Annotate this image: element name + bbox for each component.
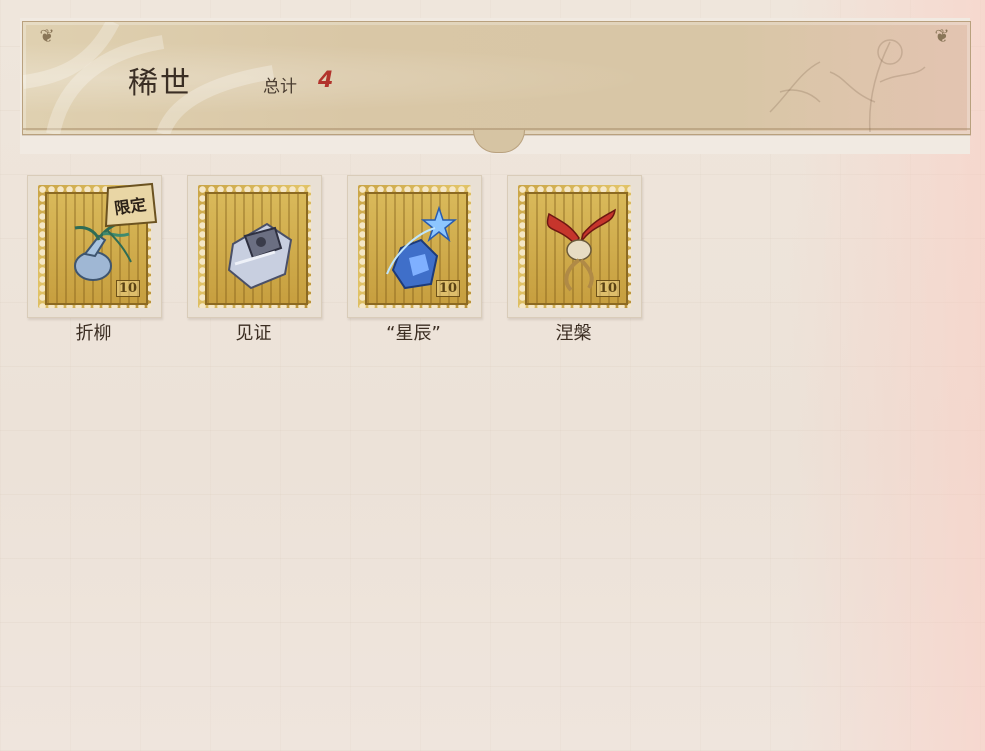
item-name: 涅槃	[555, 323, 592, 344]
corner-ornament-left-icon: ❦	[39, 26, 55, 47]
stamp-item[interactable]: 10 “星辰”	[347, 175, 482, 345]
stamp-item[interactable]: 见证	[187, 175, 322, 345]
stamp-card[interactable]: 10	[507, 175, 642, 318]
stamp-denomination: 10	[435, 280, 460, 297]
stamp-item[interactable]: 10 涅槃	[507, 175, 642, 345]
stamp-denomination: 10	[595, 280, 620, 297]
limited-badge: 限定	[102, 182, 158, 228]
flower-sketch-icon	[769, 39, 926, 132]
item-name: 折柳	[75, 323, 112, 344]
total-label: 总计	[263, 77, 297, 97]
corner-ornament-right-icon: ❦	[934, 26, 950, 47]
crystal-box-icon	[227, 222, 293, 290]
item-name: “星辰”	[386, 323, 441, 344]
collection-page: ❦ ❦ 稀世 总计 4 10 限定 折柳 见证 10 “星辰” 10 涅槃	[0, 0, 985, 751]
stamp-card[interactable]: 10 限定	[27, 175, 162, 318]
stamp-face	[205, 192, 308, 305]
category-title: 稀世	[128, 66, 192, 101]
stamp-face: 10	[525, 192, 628, 305]
item-name: 见证	[235, 323, 272, 344]
stamp-frame: 10	[518, 185, 631, 308]
stamp-frame: 10	[358, 185, 471, 308]
stamp-item[interactable]: 10 限定 折柳	[27, 175, 162, 345]
stamp-face: 10	[365, 192, 468, 305]
stamp-frame	[198, 185, 311, 308]
stamp-denomination: 10	[115, 280, 140, 297]
stamp-card[interactable]	[187, 175, 322, 318]
total-count: 4	[318, 68, 334, 93]
stamp-card[interactable]: 10	[347, 175, 482, 318]
